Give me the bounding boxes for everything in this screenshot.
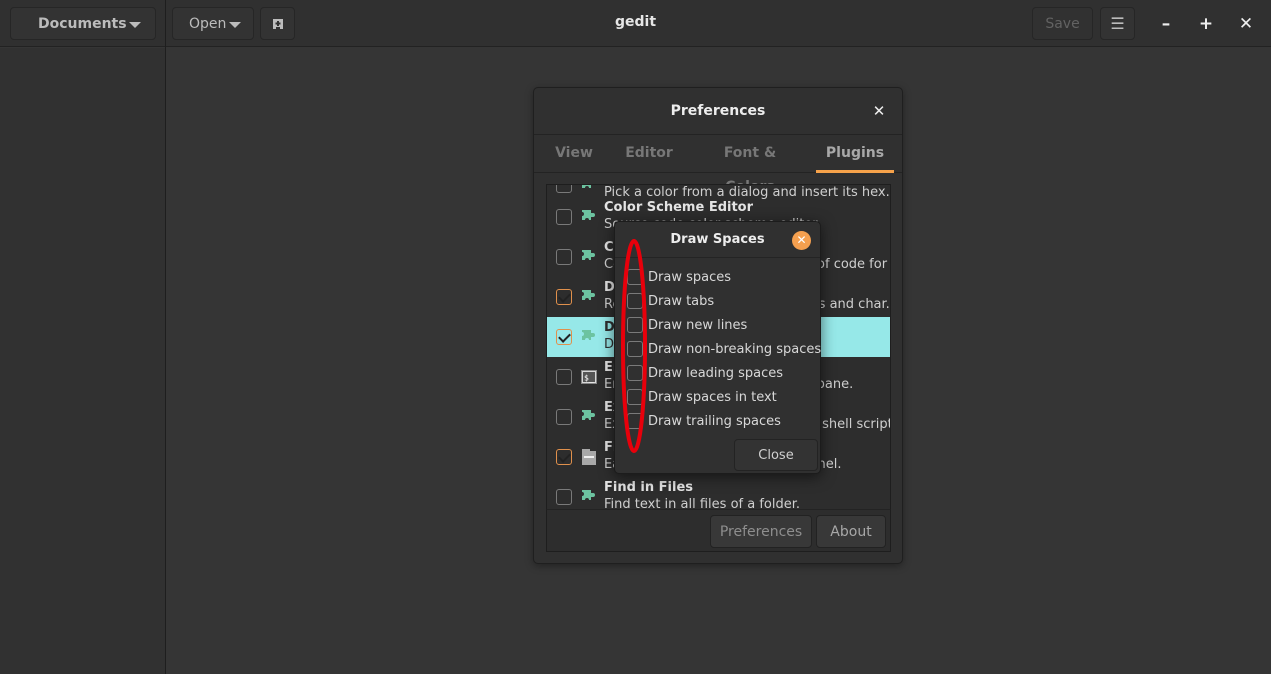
pane-divider[interactable]	[165, 0, 166, 674]
tab-view[interactable]: View	[548, 136, 600, 173]
side-panel	[0, 48, 165, 674]
option-label: Draw trailing spaces	[648, 413, 781, 429]
open-label: Open	[189, 15, 227, 32]
close-icon: ✕	[1238, 14, 1254, 34]
tab-editor[interactable]: Editor	[620, 136, 678, 173]
svg-text:$_: $_	[584, 374, 594, 383]
option-label: Draw spaces in text	[648, 389, 777, 405]
preferences-close-button[interactable]: ✕	[870, 102, 888, 120]
maximize-button[interactable]: +	[1194, 12, 1218, 36]
plugin-enable-checkbox[interactable]	[556, 209, 572, 225]
plugin-enable-checkbox[interactable]	[556, 329, 572, 345]
draw-spaces-option[interactable]: Draw spaces	[627, 267, 731, 287]
plugin-enable-checkbox[interactable]	[556, 369, 572, 385]
draw-spaces-close-icon-button[interactable]: ✕	[792, 231, 811, 250]
plugin-description: Find text in all files of a folder.	[604, 497, 801, 509]
option-label: Draw tabs	[648, 293, 715, 309]
option-checkbox[interactable]	[627, 341, 643, 357]
plugin-enable-checkbox[interactable]	[556, 489, 572, 505]
draw-spaces-option[interactable]: Draw leading spaces	[627, 363, 783, 383]
draw-spaces-option[interactable]: Draw spaces in text	[627, 387, 777, 407]
puzzle-icon	[580, 328, 598, 346]
close-icon: ✕	[796, 233, 807, 247]
puzzle-icon	[580, 248, 598, 266]
option-checkbox[interactable]	[627, 365, 643, 381]
plugin-enable-checkbox[interactable]	[556, 289, 572, 305]
tab-font-colors[interactable]: Font & Colors	[700, 136, 800, 195]
draw-spaces-dialog: Draw Spaces ✕ Draw spaces Draw tabs Draw n…	[614, 221, 821, 474]
plugin-enable-checkbox[interactable]	[556, 409, 572, 425]
puzzle-icon	[580, 208, 598, 226]
plugin-preferences-button[interactable]: Preferences	[710, 515, 812, 548]
minimize-button[interactable]: –	[1154, 12, 1178, 36]
save-button[interactable]: Save	[1032, 7, 1093, 40]
option-checkbox[interactable]	[627, 413, 643, 429]
puzzle-icon	[580, 408, 598, 426]
close-window-button[interactable]: ✕	[1234, 12, 1258, 36]
option-label: Draw leading spaces	[648, 365, 784, 381]
puzzle-icon	[580, 488, 598, 506]
plugin-name: Color Scheme Editor	[604, 200, 754, 215]
option-checkbox[interactable]	[627, 317, 643, 333]
option-checkbox[interactable]	[627, 389, 643, 405]
tab-plugins[interactable]: Plugins	[816, 136, 894, 173]
file-cabinet-icon	[580, 448, 598, 466]
chevron-down-icon	[229, 22, 241, 28]
documents-button[interactable]: Documents	[10, 7, 156, 40]
preferences-tabs: View Editor Font & Colors Plugins	[534, 136, 902, 195]
chevron-down-icon	[129, 22, 141, 28]
option-checkbox[interactable]	[627, 269, 643, 285]
puzzle-icon	[580, 185, 598, 194]
draw-spaces-title: Draw Spaces	[615, 222, 820, 258]
gedit-window: Documents Open gedit Save ☰ – + ✕ Prefer…	[0, 0, 1271, 674]
option-label: Draw new lines	[648, 317, 748, 333]
draw-spaces-close-button[interactable]: Close	[734, 439, 818, 471]
terminal-icon: $_	[580, 368, 598, 386]
draw-spaces-option[interactable]: Draw tabs	[627, 291, 714, 311]
minimize-icon: –	[1161, 14, 1171, 34]
plugin-enable-checkbox[interactable]	[556, 249, 572, 265]
plugin-enable-checkbox[interactable]	[556, 185, 572, 193]
draw-spaces-option[interactable]: Draw trailing spaces	[627, 411, 781, 431]
header-bar: Documents Open gedit Save ☰ – + ✕	[0, 0, 1271, 47]
plugin-about-button[interactable]: About	[816, 515, 886, 548]
plugin-buttons: Preferences About	[546, 509, 891, 552]
option-checkbox[interactable]	[627, 293, 643, 309]
preferences-title: Preferences	[534, 88, 902, 135]
open-button[interactable]: Open	[172, 7, 254, 40]
new-tab-icon	[272, 18, 283, 29]
save-label: Save	[1045, 15, 1080, 32]
hamburger-menu-icon: ☰	[1110, 14, 1125, 33]
draw-spaces-option[interactable]: Draw non-breaking spaces	[627, 339, 821, 359]
plugin-enable-checkbox[interactable]	[556, 449, 572, 465]
plugin-row[interactable]: Find in Files Find text in all files of a…	[547, 477, 890, 509]
new-tab-button[interactable]	[260, 7, 295, 40]
draw-spaces-option[interactable]: Draw new lines	[627, 315, 747, 335]
puzzle-icon	[580, 288, 598, 306]
maximize-icon: +	[1198, 14, 1214, 34]
menu-button[interactable]: ☰	[1100, 7, 1135, 40]
option-label: Draw non-breaking spaces	[648, 341, 822, 357]
plugin-name: Find in Files	[604, 480, 694, 495]
close-icon: ✕	[872, 102, 886, 120]
documents-label: Documents	[38, 15, 127, 32]
option-label: Draw spaces	[648, 269, 731, 285]
